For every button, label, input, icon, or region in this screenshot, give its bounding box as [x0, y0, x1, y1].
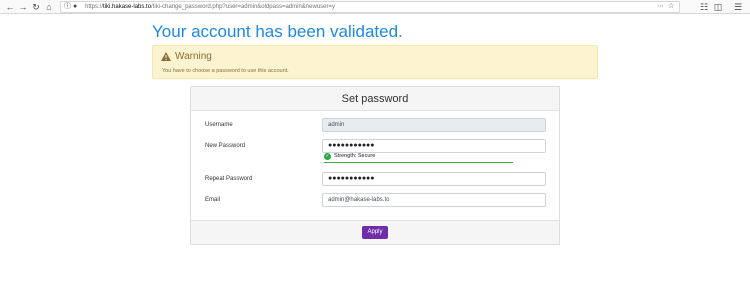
library-icon[interactable]: ☷	[698, 1, 710, 13]
lock-icon[interactable]: ●	[73, 2, 77, 12]
username-field[interactable]: admin	[322, 118, 546, 132]
apply-button[interactable]: Apply	[362, 226, 388, 239]
url-scheme: https://	[85, 4, 104, 10]
password-strength-bar	[324, 162, 513, 163]
repeat-password-label: Repeat Password	[205, 176, 253, 182]
reload-icon[interactable]: ↻	[30, 1, 42, 13]
new-password-label: New Password	[205, 143, 246, 149]
back-icon[interactable]: ←	[4, 1, 16, 13]
bookmark-star-icon[interactable]: ☆	[668, 2, 674, 12]
warning-message: You have to choose a password to use thi…	[162, 68, 289, 74]
home-icon[interactable]: ⌂	[43, 1, 55, 13]
set-password-form: Set password Username admin New Password…	[190, 86, 560, 245]
email-label: Email	[205, 197, 221, 203]
url-bar[interactable]: ⓘ ● https://tiki.hakase-labs.to/tiki-cha…	[60, 1, 680, 13]
form-footer: Apply	[191, 220, 559, 244]
url-path: /tiki-change_password.php?user=admin&old…	[151, 4, 335, 10]
forward-icon[interactable]: →	[17, 1, 29, 13]
new-password-field[interactable]: ●●●●●●●●●●●	[322, 139, 546, 153]
password-strength-text: Strength: Secure	[334, 153, 376, 159]
url-text[interactable]: https://tiki.hakase-labs.to/tiki-change_…	[85, 2, 335, 12]
check-circle-icon: ✓	[324, 153, 331, 160]
email-field[interactable]: admin@hakase-labs.to	[322, 193, 546, 207]
info-icon[interactable]: ⓘ	[64, 2, 71, 12]
menu-icon[interactable]: ☰	[732, 1, 744, 13]
warning-title: Warning	[175, 51, 212, 62]
url-host: tiki.hakase-labs.to	[103, 4, 152, 10]
form-header: Set password	[191, 87, 559, 111]
repeat-password-field[interactable]: ●●●●●●●●●●●	[322, 172, 546, 186]
browser-toolbar: ← → ↻ ⌂ ⓘ ● https://tiki.hakase-labs.to/…	[0, 0, 750, 14]
form-heading: Set password	[341, 93, 409, 105]
sidebar-icon[interactable]: ◫	[712, 1, 724, 13]
more-actions-icon[interactable]: ⋯	[657, 2, 664, 12]
username-label: Username	[205, 122, 233, 128]
warning-triangle-icon	[161, 52, 171, 61]
warning-alert: Warning You have to choose a password to…	[152, 45, 598, 79]
page-title: Your account has been validated.	[152, 22, 403, 41]
